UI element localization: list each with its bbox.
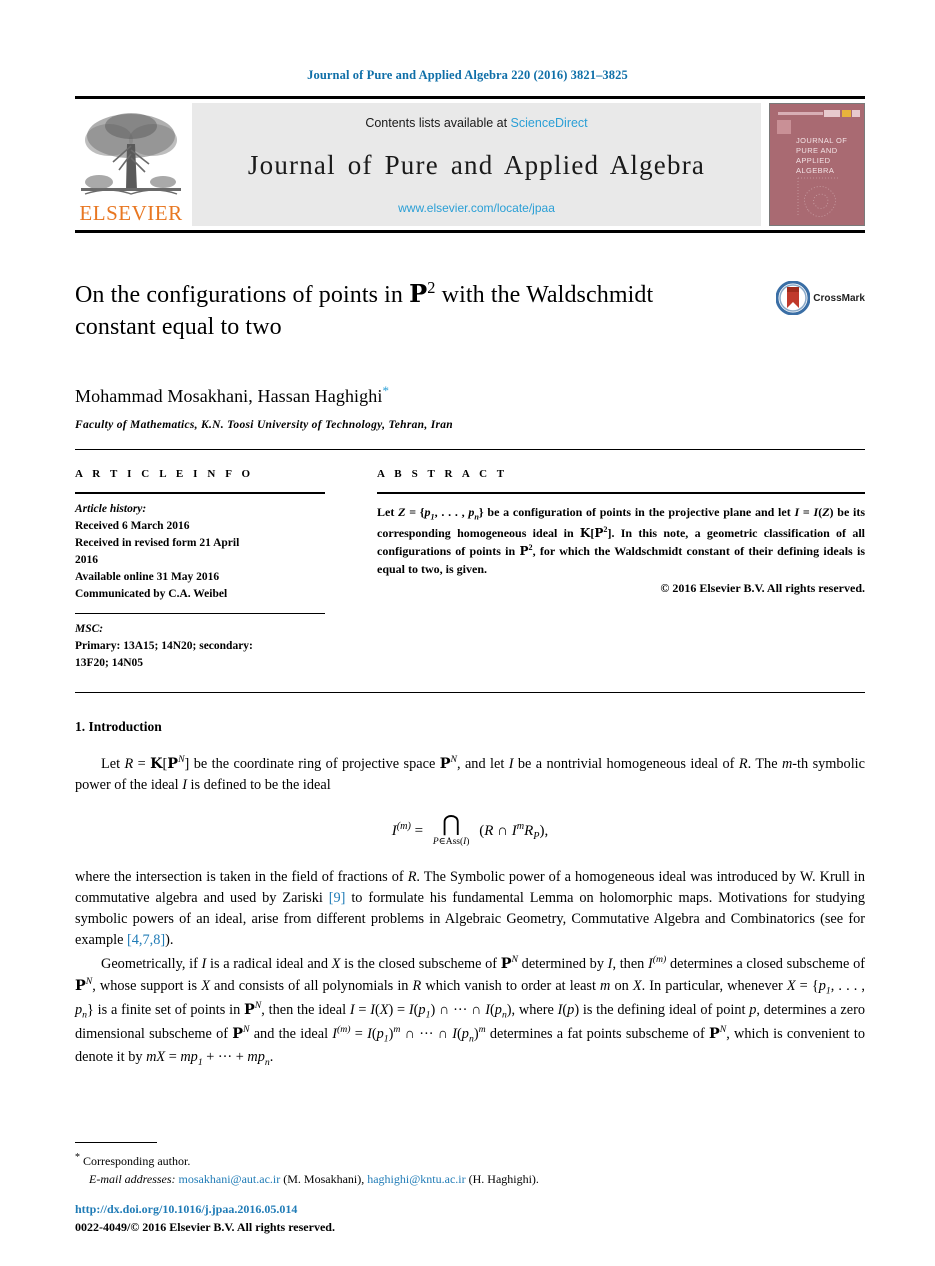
title-block: On the configurations of points in P2 wi… [75,277,865,431]
contents-prefix: Contents lists available at [365,116,511,130]
article-info-column: A R T I C L E I N F O Article history: R… [75,468,325,672]
crossmark-icon [776,281,811,315]
article-history-label: Article history: [75,503,147,516]
issn-copyright-line: 0022-4049/© 2016 Elsevier B.V. All right… [75,1220,335,1234]
cover-artwork [797,177,840,217]
abstract-text: Let Z = {p1, . . . , pn} be a configurat… [377,505,866,576]
affiliation: Faculty of Mathematics, K.N. Toosi Unive… [75,419,454,432]
journal-homepage-link[interactable]: www.elsevier.com/locate/jpaa [398,201,555,215]
citation-link[interactable]: [4,7,8] [127,932,165,948]
abstract-copyright: © 2016 Elsevier B.V. All rights reserved… [660,580,865,595]
corresponding-author-marker: * [382,383,390,399]
email-addresses-label: E-mail addresses: [89,1172,176,1186]
author-list: Mohammad Mosakhani, Hassan Haghighi* [75,383,865,407]
doi-link[interactable]: http://dx.doi.org/10.1016/j.jpaa.2016.05… [75,1200,335,1218]
big-intersection-operator: ⋂ P∈Ass(I) [432,812,470,847]
elsevier-wordmark: ELSEVIER [79,201,183,225]
history-line: Received 6 March 2016 [75,520,190,533]
display-equation-symbolic-power: I(m) = ⋂ P∈Ass(I) (R ∩ ImRP), [391,812,549,847]
publication-footer: http://dx.doi.org/10.1016/j.jpaa.2016.05… [75,1200,335,1236]
email-owner-1: (M. Mosakhani), [283,1172,365,1186]
history-line: Available online 31 May 2016 [75,571,220,584]
journal-title: Journal of Pure and Applied Algebra [247,150,706,180]
page-title: On the configurations of points in P2 wi… [75,277,715,343]
section-heading-introduction: 1. Introduction [75,719,162,735]
crossmark-badge[interactable]: CrossMark [776,281,865,315]
crossmark-label: CrossMark [813,292,865,304]
msc-line: Primary: 13A15; 14N20; secondary: [75,640,253,653]
title-line-1: On the configurations of points in P2 wi… [75,278,654,308]
footnote-area: * Corresponding author. E-mail addresses… [75,1142,865,1188]
running-head: Journal of Pure and Applied Algebra 220 … [307,68,628,82]
msc-block: MSC: Primary: 13A15; 14N20; secondary: 1… [75,614,325,672]
author-names: Mohammad Mosakhani, Hassan Haghighi [75,386,383,407]
masthead-bottom-rule [75,230,865,233]
contents-lists-line: Contents lists available at ScienceDirec… [365,116,587,130]
masthead-center-panel: Contents lists available at ScienceDirec… [192,103,761,226]
paragraph-1: Let R = K[PN] be the coordinate ring of … [75,754,865,794]
elsevier-tree-icon [81,113,181,195]
corresponding-author-text: Corresponding author. [83,1154,191,1168]
msc-label: MSC: [75,623,104,636]
abstract-heading: A B S T R A C T [377,468,508,481]
abstract-bottom-rule [75,692,865,694]
cover-elsevier-mark [777,120,791,134]
title-line-2: constant equal to two [75,313,282,340]
journal-cover-thumbnail: JOURNAL OF PURE AND APPLIED ALGEBRA [769,103,865,226]
email-owner-2: (H. Haghighi). [468,1172,539,1186]
history-line: Communicated by C.A. Weibel [75,588,228,601]
citation-link[interactable]: [9] [329,890,346,906]
history-line: Received in revised form 21 April [75,537,240,550]
footnote-star-marker: * [75,1152,80,1163]
info-abstract-region: A R T I C L E I N F O Article history: R… [75,450,865,672]
elsevier-logo: ELSEVIER [75,103,187,226]
article-page: Journal of Pure and Applied Algebra 220 … [0,0,935,1266]
article-body: 1. Introduction Let R = K[PN] be the coo… [75,719,865,1069]
footnote-rule [75,1142,157,1143]
article-info-heading: A R T I C L E I N F O [75,468,254,481]
cover-top-bar [778,110,860,117]
paragraph-2: where the intersection is taken in the f… [75,868,865,949]
sciencedirect-link[interactable]: ScienceDirect [511,116,588,130]
journal-masthead: ELSEVIER Contents lists available at Sci… [75,96,865,233]
msc-line: 13F20; 14N05 [75,657,144,670]
paragraph-3: Geometrically, if I is a radical ideal a… [75,954,866,1068]
email-link-author-1[interactable]: mosakhani@aut.ac.ir [179,1172,281,1186]
corresponding-author-note: * Corresponding author. [75,1150,865,1170]
email-addresses-line: E-mail addresses: mosakhani@aut.ac.ir (M… [75,1170,865,1188]
article-history-block: Article history: Received 6 March 2016 R… [75,494,325,603]
history-line: 2016 [75,554,98,567]
abstract-column: A B S T R A C T Let Z = {p1, . . . , pn}… [377,468,865,672]
email-link-author-2[interactable]: haghighi@kntu.ac.ir [367,1172,465,1186]
